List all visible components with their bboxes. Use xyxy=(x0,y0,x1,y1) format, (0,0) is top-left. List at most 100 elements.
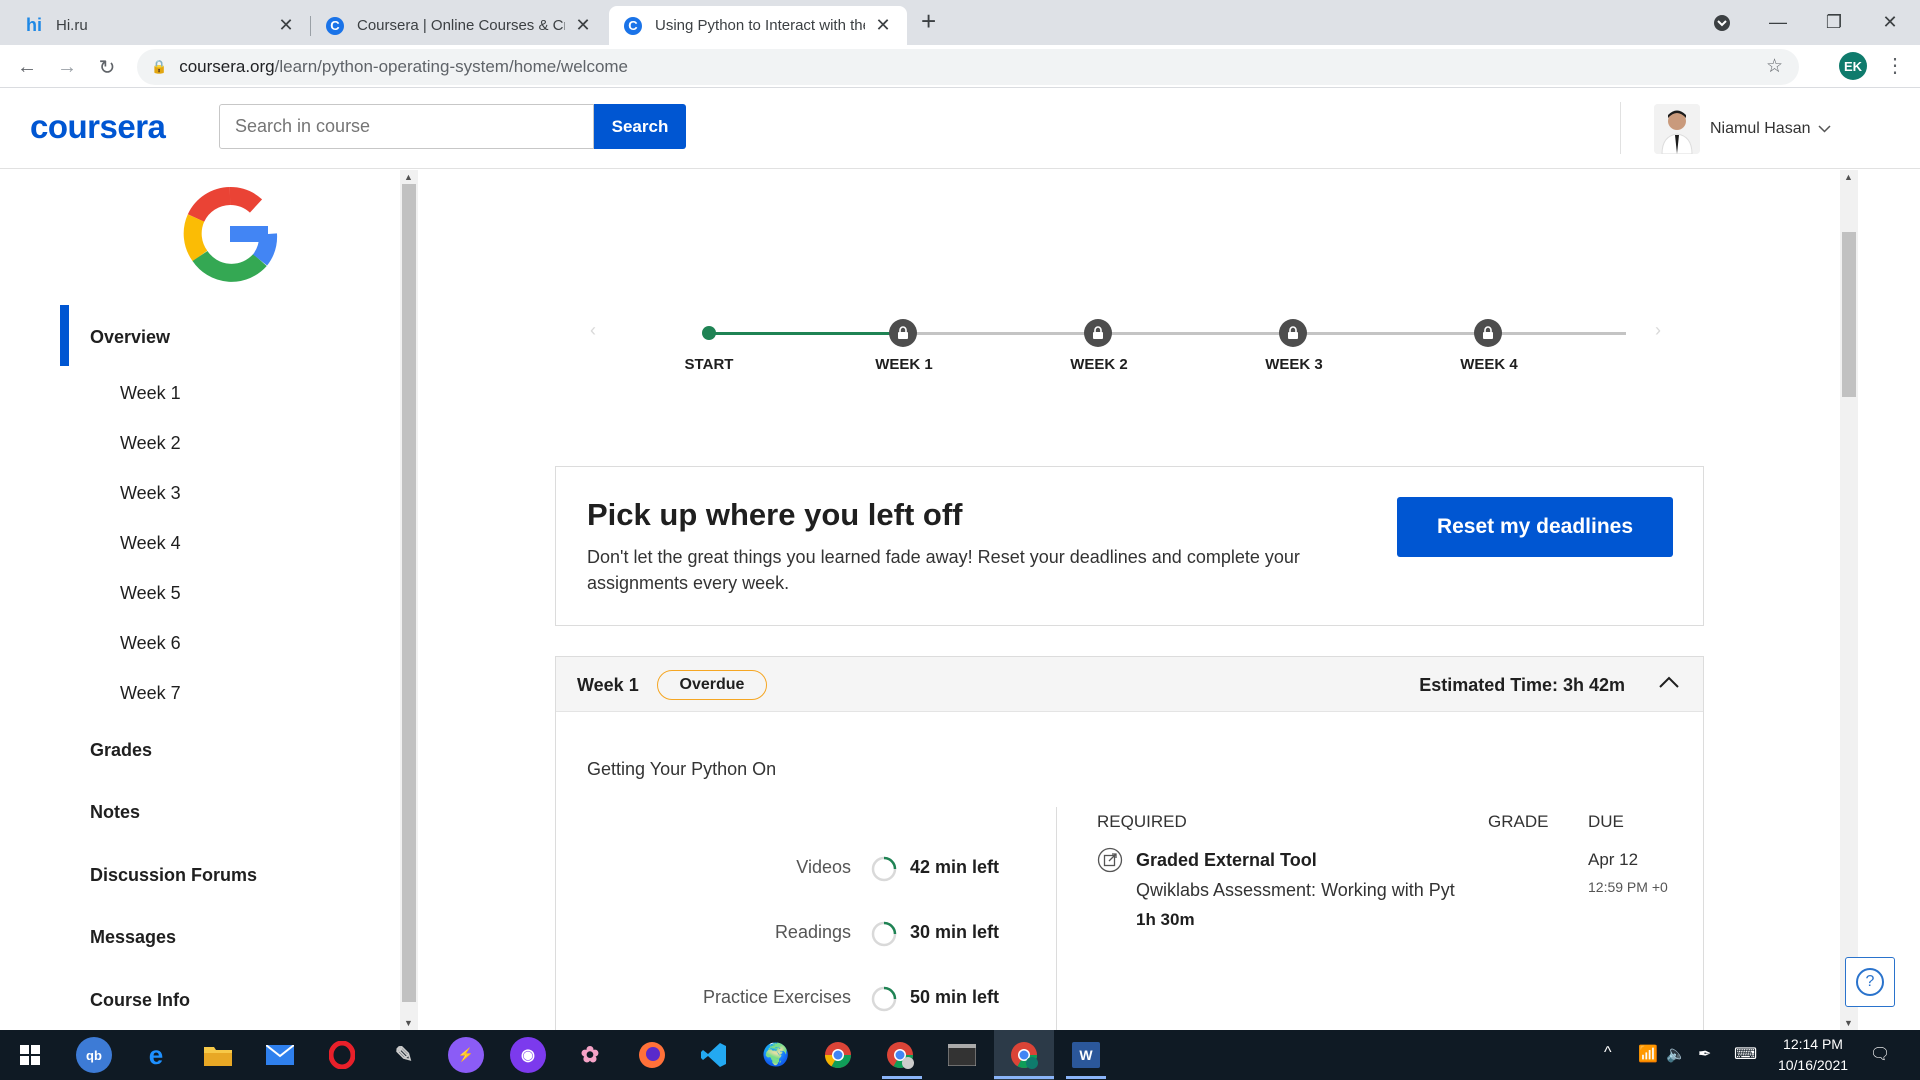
stat-practice-exercises: Practice Exercises 50 min left xyxy=(556,984,1001,1014)
help-button[interactable]: ? xyxy=(1845,957,1895,1007)
coursera-icon: C xyxy=(623,16,643,36)
menu-kebab-icon[interactable]: ⋮ xyxy=(1885,53,1905,78)
tab-title: Hi.ru xyxy=(56,17,88,34)
sidebar-item-notes[interactable]: Notes xyxy=(90,802,140,823)
windows-taskbar: qb e ✎ ⚡ ◉ ✿ 🌍 W ^ 📶 🔈 ✒ ⌨ 12:14 PM 10/1… xyxy=(0,1030,1920,1080)
tab-title: Coursera | Online Courses & Crec xyxy=(357,17,565,34)
chevron-left-icon[interactable]: ‹ xyxy=(590,320,596,341)
reload-icon[interactable]: ↻ xyxy=(93,53,121,81)
new-tab-icon[interactable]: + xyxy=(921,6,936,37)
terminal-icon[interactable] xyxy=(944,1037,980,1073)
timeline-start-dot xyxy=(702,326,716,340)
stat-videos: Videos 42 min left xyxy=(556,854,1001,884)
coursera-logo[interactable]: coursera xyxy=(30,108,166,146)
inkscape-icon[interactable]: ✎ xyxy=(386,1037,422,1073)
network-icon[interactable]: 📶 xyxy=(1638,1044,1658,1064)
sidebar-item-week-2[interactable]: Week 2 xyxy=(120,433,181,454)
assignment-link[interactable]: Qwiklabs Assessment: Working with Pyt xyxy=(1136,880,1455,901)
chevron-up-icon[interactable]: ^ xyxy=(1604,1044,1612,1062)
chrome-profile-icon[interactable] xyxy=(882,1037,918,1073)
sidebar-item-overview[interactable]: Overview xyxy=(90,327,170,348)
week-header[interactable]: Week 1 Overdue Estimated Time: 3h 42m xyxy=(556,657,1703,712)
mail-icon[interactable] xyxy=(262,1037,298,1073)
qbittorrent-icon[interactable]: qb xyxy=(76,1037,112,1073)
browser-tab-hi[interactable]: hi Hi.ru ✕ xyxy=(10,6,310,45)
messenger-icon[interactable]: ⚡ xyxy=(448,1037,484,1073)
maps-icon[interactable]: 🌍 xyxy=(758,1037,794,1073)
search-input[interactable] xyxy=(219,104,594,149)
sidebar-item-week-7[interactable]: Week 7 xyxy=(120,683,181,704)
avatar[interactable] xyxy=(1654,104,1700,154)
tab-title: Using Python to Interact with the xyxy=(655,17,865,34)
scrollbar-thumb[interactable] xyxy=(402,184,416,1002)
sidebar-item-week-4[interactable]: Week 4 xyxy=(120,533,181,554)
lock-icon xyxy=(1084,319,1112,347)
chevron-right-icon[interactable]: › xyxy=(1655,320,1661,341)
reset-deadlines-button[interactable]: Reset my deadlines xyxy=(1397,497,1673,557)
google-logo-icon xyxy=(183,187,278,282)
minimize-icon[interactable]: — xyxy=(1750,0,1806,45)
paint-icon[interactable]: ✿ xyxy=(572,1037,608,1073)
lock-icon xyxy=(1474,319,1502,347)
lesson-title[interactable]: Getting Your Python On xyxy=(587,759,776,780)
scroll-up-icon[interactable]: ▲ xyxy=(1844,172,1853,182)
svg-text:W: W xyxy=(1079,1047,1093,1063)
sidebar-item-week-6[interactable]: Week 6 xyxy=(120,633,181,654)
windows-start-icon[interactable] xyxy=(12,1037,48,1073)
sidebar-item-week-5[interactable]: Week 5 xyxy=(120,583,181,604)
tab-search-icon[interactable] xyxy=(1694,0,1750,45)
restore-icon[interactable]: ❐ xyxy=(1806,0,1862,45)
notification-icon[interactable]: 🗨 xyxy=(1870,1044,1890,1064)
active-indicator xyxy=(60,305,69,366)
scrollbar-thumb[interactable] xyxy=(1842,232,1856,397)
browser-tab-coursera[interactable]: C Coursera | Online Courses & Crec ✕ xyxy=(311,6,607,45)
chrome-icon[interactable] xyxy=(820,1037,856,1073)
column-divider xyxy=(1056,807,1057,1037)
opera-icon[interactable] xyxy=(324,1037,360,1073)
keyboard-icon[interactable]: ⌨ xyxy=(1734,1044,1757,1064)
word-icon[interactable]: W xyxy=(1068,1037,1104,1073)
forward-icon[interactable]: → xyxy=(53,53,81,81)
week-title: Week 1 xyxy=(577,675,639,695)
volume-icon[interactable]: 🔈 xyxy=(1666,1044,1686,1064)
sidebar-item-grades[interactable]: Grades xyxy=(90,740,152,761)
main-scrollbar[interactable]: ▲ ▼ xyxy=(1840,170,1858,1030)
scroll-up-icon[interactable]: ▲ xyxy=(404,172,413,182)
sidebar-item-week-1[interactable]: Week 1 xyxy=(120,383,181,404)
user-menu[interactable]: Niamul Hasan xyxy=(1710,120,1832,138)
github-icon[interactable]: ◉ xyxy=(510,1037,546,1073)
close-window-icon[interactable]: ✕ xyxy=(1862,0,1918,45)
sidebar-item-messages[interactable]: Messages xyxy=(90,927,176,948)
sidebar-item-discussion-forums[interactable]: Discussion Forums xyxy=(90,865,257,886)
external-tool-icon xyxy=(1097,847,1123,873)
close-tab-icon[interactable]: ✕ xyxy=(276,15,296,36)
search-button[interactable]: Search xyxy=(594,104,686,149)
pen-icon[interactable]: ✒ xyxy=(1698,1044,1711,1064)
address-bar[interactable]: 🔒 coursera.org/learn/python-operating-sy… xyxy=(137,49,1799,85)
progress-ring-icon xyxy=(871,856,897,882)
lock-icon: 🔒 xyxy=(151,59,168,74)
sidebar-item-course-info[interactable]: Course Info xyxy=(90,990,190,1011)
firefox-icon[interactable] xyxy=(634,1037,670,1073)
system-clock[interactable]: 12:14 PM 10/16/2021 xyxy=(1772,1034,1854,1076)
scroll-down-icon[interactable]: ▼ xyxy=(1844,1018,1853,1028)
close-tab-icon[interactable]: ✕ xyxy=(873,15,893,36)
back-icon[interactable]: ← xyxy=(13,53,41,81)
edge-icon[interactable]: e xyxy=(138,1037,174,1073)
browser-tab-active[interactable]: C Using Python to Interact with the ✕ xyxy=(609,6,907,45)
scroll-down-icon[interactable]: ▼ xyxy=(404,1018,413,1028)
timeline-label-week-1: WEEK 1 xyxy=(875,356,933,373)
chrome-ek-icon[interactable] xyxy=(1006,1037,1042,1073)
chevron-up-icon[interactable] xyxy=(1657,671,1681,695)
vscode-icon[interactable] xyxy=(696,1037,732,1073)
stat-label: Readings xyxy=(774,922,851,942)
course-sidebar: Overview Week 1 Week 2 Week 3 Week 4 Wee… xyxy=(0,170,418,1030)
progress-ring-icon xyxy=(871,921,897,947)
close-tab-icon[interactable]: ✕ xyxy=(573,15,593,36)
sidebar-scrollbar[interactable]: ▲ ▼ xyxy=(400,170,418,1030)
url-host: coursera.org xyxy=(179,57,275,76)
file-explorer-icon[interactable] xyxy=(200,1037,236,1073)
sidebar-item-week-3[interactable]: Week 3 xyxy=(120,483,181,504)
bookmark-star-icon[interactable]: ☆ xyxy=(1766,55,1783,78)
profile-avatar[interactable]: EK xyxy=(1839,52,1867,80)
